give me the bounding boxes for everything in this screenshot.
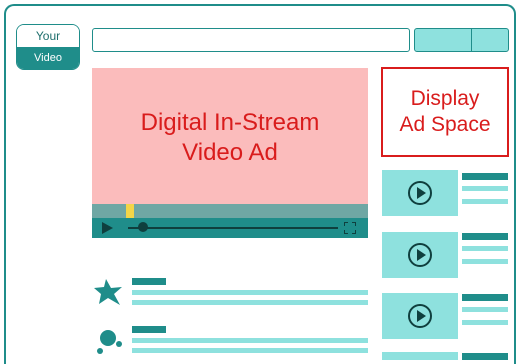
video-meta-bar: [462, 199, 508, 204]
video-ad-line2: Video Ad: [182, 139, 278, 166]
display-ad-line2: Ad Space: [399, 113, 491, 136]
scrub-handle[interactable]: [138, 222, 148, 232]
video-thumbnail[interactable]: [382, 232, 458, 278]
video-meta-bar: [462, 246, 508, 251]
video-title-bar: [462, 353, 508, 360]
logo-line2: Video: [17, 47, 79, 69]
fullscreen-icon[interactable]: [344, 222, 356, 234]
ad-progress-marker: [126, 204, 134, 218]
circles-icon: [97, 330, 122, 354]
video-thumbnail[interactable]: [382, 293, 458, 339]
play-icon: [408, 243, 432, 267]
video-title-bar: [462, 294, 508, 301]
logo-line1: Your: [17, 25, 79, 47]
comment-text-bar: [132, 348, 368, 353]
video-thumbnail[interactable]: [382, 352, 458, 360]
comment-text-bar: [132, 338, 368, 343]
display-ad-space[interactable]: Display Ad Space: [381, 67, 509, 157]
search-input[interactable]: [92, 28, 410, 52]
comment-author-bar: [132, 326, 166, 333]
display-ad-line1: Display: [410, 87, 480, 110]
scrub-bar[interactable]: [128, 227, 338, 229]
video-ad-line1: Digital In-Stream: [140, 109, 320, 136]
video-title-bar: [462, 173, 508, 180]
video-title-bar: [462, 233, 508, 240]
play-icon[interactable]: [102, 222, 113, 234]
video-ad-text: Digital In-Stream Video Ad: [92, 108, 368, 168]
video-meta-bar: [462, 259, 508, 264]
upload-button[interactable]: [471, 28, 509, 52]
star-icon: [94, 279, 122, 305]
play-icon: [408, 304, 432, 328]
video-meta-bar: [462, 307, 508, 312]
comment-author-bar: [132, 278, 166, 285]
video-thumbnail[interactable]: [382, 170, 458, 216]
play-icon: [408, 181, 432, 205]
comment-text-bar: [132, 300, 368, 305]
video-meta-bar: [462, 320, 508, 325]
site-logo[interactable]: Your Video: [16, 24, 80, 70]
video-meta-bar: [462, 186, 508, 191]
search-button[interactable]: [414, 28, 472, 52]
comment-text-bar: [132, 290, 368, 295]
